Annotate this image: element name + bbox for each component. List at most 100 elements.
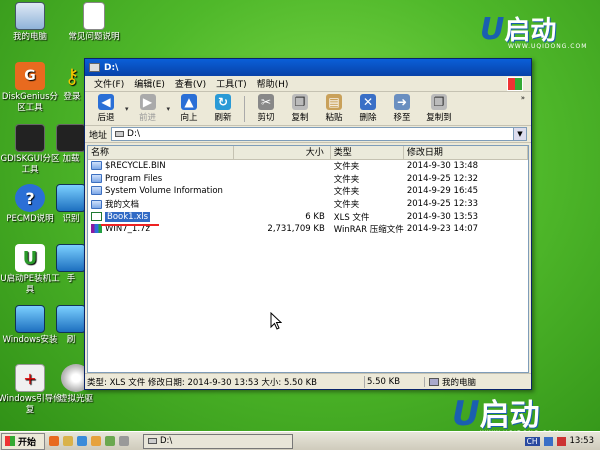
- paste-button[interactable]: ▤ 粘贴: [317, 94, 351, 123]
- desktop-icon-identify[interactable]: 识别: [56, 184, 86, 225]
- file-type: 文件夹: [333, 187, 360, 198]
- copy-to-button[interactable]: ❐ 复制到: [419, 94, 459, 123]
- desktop-icon-label: PECMD说明: [6, 214, 54, 224]
- quicklaunch-browser-icon[interactable]: [77, 436, 87, 446]
- taskbar-window-button[interactable]: D:\: [143, 433, 293, 449]
- status-size: 5.50 KB: [365, 376, 425, 387]
- brand-logo-bottom: U启动 WWW.UQIDONG.COM: [452, 390, 559, 437]
- file-row[interactable]: System Volume Information 文件夹 2014-9-29 …: [88, 185, 528, 198]
- cut-button[interactable]: ✂ 剪切: [249, 94, 283, 123]
- desktop-icon-uqidong-pe[interactable]: U U启动PE装机工具: [0, 244, 62, 296]
- identify-icon: [56, 184, 86, 212]
- red-underline-annotation: [101, 224, 159, 226]
- forward-dropdown-icon[interactable]: ▾: [167, 105, 171, 113]
- quicklaunch-drive-icon[interactable]: [119, 436, 129, 446]
- taskbar: 开始 D:\ CH 13:53: [0, 431, 600, 450]
- back-button[interactable]: ◀ 后退: [89, 94, 123, 123]
- mouse-cursor-icon: [270, 312, 282, 330]
- clock: 13:53: [569, 436, 595, 446]
- column-type-header[interactable]: 类型: [331, 146, 404, 159]
- forward-button[interactable]: ▶ 前进: [131, 94, 165, 123]
- file-row[interactable]: Program Files 文件夹 2014-9-25 12:32: [88, 173, 528, 186]
- status-bar: 类型: XLS 文件 修改日期: 2014-9-30 13:53 大小: 5.5…: [85, 373, 531, 389]
- delete-icon: ✕: [360, 94, 377, 110]
- computer-icon: [429, 377, 439, 386]
- desktop-icon-label: GDISKGUI分区工具: [0, 154, 60, 175]
- language-indicator[interactable]: CH: [524, 436, 540, 446]
- address-input[interactable]: D:\ ▼: [111, 127, 527, 141]
- file-name: Book1.xls: [105, 211, 151, 222]
- desktop-icon-diskgenius[interactable]: G DiskGenius分区工具: [0, 62, 62, 114]
- quicklaunch-folder-icon[interactable]: [91, 436, 101, 446]
- desktop-icon-label: Windows引导修复: [0, 394, 62, 415]
- document-icon: [83, 2, 105, 30]
- up-arrow-icon: ▲: [181, 94, 198, 110]
- logo-url: WWW.UQIDONG.COM: [508, 43, 588, 50]
- menu-tools[interactable]: 工具(T): [211, 77, 252, 90]
- desktop-icon-label: 常见问题说明: [68, 32, 120, 42]
- desktop-icon-flash[interactable]: 刷: [56, 305, 86, 346]
- drive-icon: [89, 63, 100, 72]
- quicklaunch-network-icon[interactable]: [105, 436, 115, 446]
- start-button[interactable]: 开始: [1, 432, 45, 450]
- file-name: 我的文档: [105, 200, 140, 211]
- desktop-icon-hand[interactable]: 手: [56, 244, 86, 285]
- copy-icon: ❐: [292, 94, 309, 110]
- flash-icon: [56, 305, 86, 333]
- address-dropdown-icon[interactable]: ▼: [513, 128, 526, 140]
- tray-network-icon[interactable]: [556, 436, 566, 446]
- menu-bar: 文件(F) 编辑(E) 查看(V) 工具(T) 帮助(H): [85, 76, 531, 92]
- desktop-icon-gdiskgui[interactable]: GDISKGUI分区工具: [0, 124, 62, 176]
- key-icon: ⚷: [64, 63, 80, 88]
- title-bar[interactable]: D:\: [85, 59, 531, 76]
- desktop-icon-faq[interactable]: 常见问题说明: [62, 2, 126, 43]
- toolbar-chevron-icon[interactable]: »: [521, 94, 525, 102]
- brand-logo-top: U启动 WWW.UQIDONG.COM: [480, 10, 587, 50]
- menu-view[interactable]: 查看(V): [170, 77, 211, 90]
- gdiskgui-icon: [15, 124, 45, 152]
- column-date-header[interactable]: 修改日期: [404, 146, 529, 159]
- quicklaunch-diskgenius-icon[interactable]: [49, 436, 59, 446]
- windows-flag-icon: [5, 436, 15, 446]
- address-value: D:\: [127, 129, 141, 139]
- column-name-header[interactable]: 名称: [88, 146, 234, 159]
- back-arrow-icon: ◀: [98, 94, 114, 110]
- desktop-icon-boot-repair[interactable]: + Windows引导修复: [0, 364, 62, 416]
- up-button[interactable]: ▲ 向上: [172, 94, 206, 123]
- logo-name: 启动: [479, 398, 540, 433]
- column-size-header[interactable]: 大小: [234, 146, 331, 159]
- menu-help[interactable]: 帮助(H): [252, 77, 294, 90]
- logo-mark: U: [480, 12, 505, 47]
- menu-file[interactable]: 文件(F): [89, 77, 129, 90]
- file-row[interactable]: $RECYCLE.BIN 文件夹 2014-9-30 13:48: [88, 160, 528, 173]
- file-name: System Volume Information: [105, 186, 223, 197]
- file-date: 2014-9-23 14:07: [406, 224, 479, 235]
- file-date: 2014-9-25 12:32: [406, 173, 479, 184]
- delete-button[interactable]: ✕ 删除: [351, 94, 385, 123]
- desktop-icon-windows-install[interactable]: Windows安装: [0, 305, 62, 346]
- file-row-selected[interactable]: Book1.xls 6 KB XLS 文件 2014-9-30 13:53: [88, 210, 528, 223]
- windows-install-icon: [15, 305, 45, 333]
- desktop-icon-pecmd[interactable]: ? PECMD说明: [0, 184, 62, 225]
- copy-to-icon: ❐: [431, 94, 448, 110]
- move-to-button[interactable]: ➜ 移至: [385, 94, 419, 123]
- address-bar: 地址 D:\ ▼: [85, 126, 531, 143]
- hand-icon: [56, 244, 86, 272]
- explorer-window: D:\ 文件(F) 编辑(E) 查看(V) 工具(T) 帮助(H) ◀ 后退 ▾…: [84, 58, 532, 390]
- desktop-icon-my-computer[interactable]: 我的电脑: [0, 2, 62, 43]
- menu-edit[interactable]: 编辑(E): [129, 77, 170, 90]
- back-dropdown-icon[interactable]: ▾: [125, 105, 129, 113]
- drive-icon: [148, 438, 157, 444]
- refresh-button[interactable]: ↻ 刷新: [206, 94, 240, 123]
- tray-app-icon[interactable]: [543, 436, 553, 446]
- copy-button[interactable]: ❐ 复制: [283, 94, 317, 123]
- desktop-icon-label: 手: [66, 274, 76, 284]
- window-title: D:\: [104, 62, 119, 73]
- file-row[interactable]: 我的文档 文件夹 2014-9-25 12:33: [88, 198, 528, 211]
- quicklaunch-tools-icon[interactable]: [63, 436, 73, 446]
- desktop-icon-label: U启动PE装机工具: [0, 274, 60, 295]
- status-info: 类型: XLS 文件 修改日期: 2014-9-30 13:53 大小: 5.5…: [85, 375, 365, 388]
- desktop-icon-label: DiskGenius分区工具: [1, 92, 59, 113]
- folder-icon: [91, 173, 102, 183]
- desktop-icon-load[interactable]: 加载: [56, 124, 86, 165]
